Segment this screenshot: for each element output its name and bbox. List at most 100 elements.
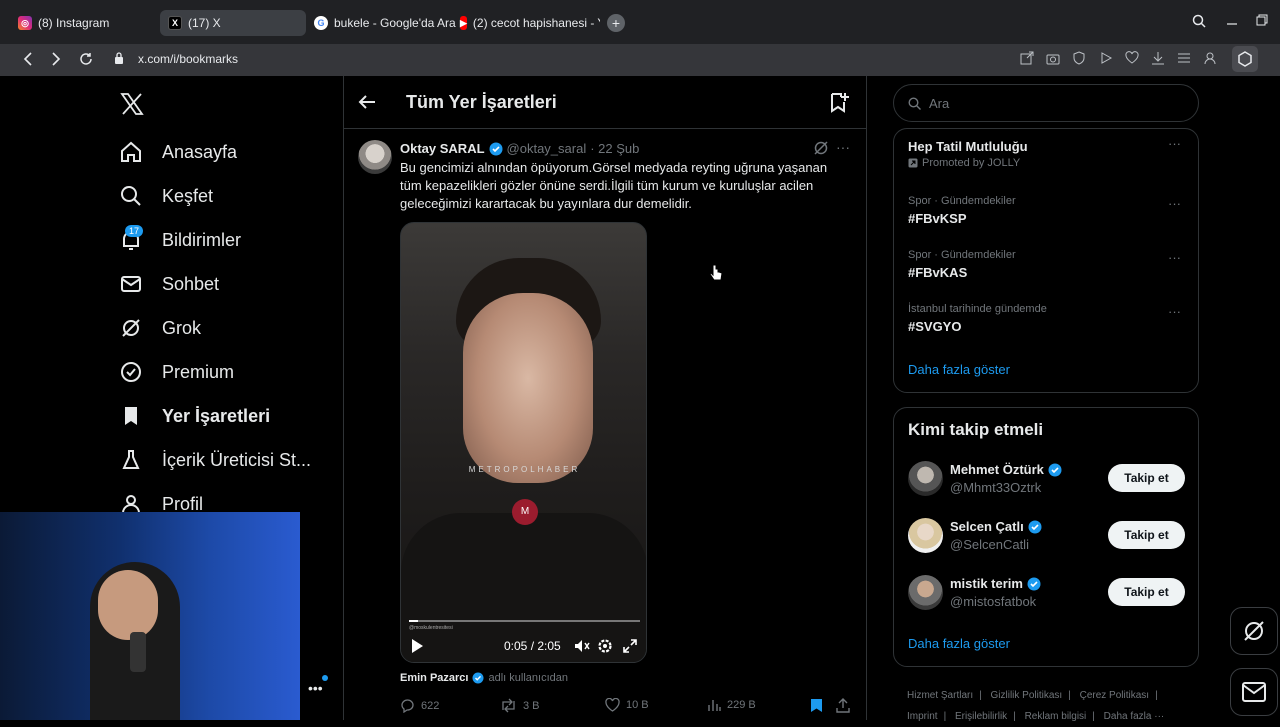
- camera-icon[interactable]: [1046, 51, 1060, 65]
- grok-fab[interactable]: [1230, 607, 1278, 655]
- verified-icon: [1028, 520, 1042, 534]
- tweet-more-icon[interactable]: ···: [836, 139, 850, 155]
- bookmark-add-icon[interactable]: [828, 91, 850, 113]
- nav-grok[interactable]: Grok: [118, 312, 201, 344]
- tweet-date[interactable]: · 22 Şub: [590, 141, 639, 156]
- footer-sep: |: [1068, 690, 1071, 701]
- x-logo-icon[interactable]: [120, 92, 144, 116]
- extension-icon[interactable]: [1232, 46, 1258, 72]
- menu-icon[interactable]: [1177, 51, 1191, 65]
- footer-link[interactable]: Çerez Politikası: [1080, 690, 1149, 701]
- trend-name: #FBvKSP: [908, 211, 967, 226]
- nav-creator-studio[interactable]: İçerik Üreticisi St...: [118, 444, 311, 476]
- heart-icon[interactable]: [1125, 51, 1139, 65]
- follow-suggestion[interactable]: mistik terim @mistosfatbok Takip et: [908, 575, 1188, 611]
- trend-item[interactable]: Hep Tatil Mutluluğu Promoted by JOLLY: [908, 139, 1028, 169]
- follow-suggestion[interactable]: Mehmet Öztürk @Mhmt33Oztrk Takip et: [908, 461, 1188, 497]
- suggestion-name[interactable]: Mehmet Öztürk: [950, 462, 1044, 477]
- trends-show-more[interactable]: Daha fazla göster: [908, 362, 1010, 377]
- search-input[interactable]: Ara: [893, 84, 1199, 122]
- suggestion-name[interactable]: Selcen Çatlı: [950, 519, 1024, 534]
- trend-more-icon[interactable]: ···: [1168, 196, 1181, 211]
- tweet-text: Bu gencimizi alnından öpüyorum.Görsel me…: [400, 160, 828, 211]
- video-frame-face: [463, 293, 593, 483]
- account-more-icon[interactable]: •••: [308, 680, 323, 696]
- tab-instagram[interactable]: ◎ (8) Instagram: [10, 10, 117, 36]
- suggestion-name[interactable]: mistik terim: [950, 576, 1023, 591]
- nav-label: Anasayfa: [162, 141, 238, 162]
- tab-youtube[interactable]: ▶ (2) cecot hapishanesi - You: [452, 10, 600, 36]
- bookmark-button[interactable]: [810, 698, 823, 713]
- trend-more-icon[interactable]: ···: [1168, 304, 1181, 319]
- x-icon: X: [168, 16, 182, 30]
- repost-button[interactable]: 3 B: [500, 698, 540, 713]
- nav-messages[interactable]: Sohbet: [118, 268, 219, 300]
- play-icon[interactable]: [1099, 51, 1113, 65]
- mute-icon[interactable]: [574, 638, 590, 654]
- avatar[interactable]: [908, 575, 943, 610]
- footer-link[interactable]: Gizlilik Politikası: [991, 690, 1063, 701]
- nav-premium[interactable]: Premium: [118, 356, 234, 388]
- trend-more-icon[interactable]: ···: [1168, 136, 1181, 151]
- follow-suggestion[interactable]: Selcen Çatlı @SelcenCatli Takip et: [908, 518, 1188, 554]
- play-icon[interactable]: [410, 638, 424, 654]
- avatar[interactable]: [908, 461, 943, 496]
- mail-icon: [118, 271, 144, 297]
- video-watermark: METROPOLHABER: [468, 465, 581, 474]
- follow-button[interactable]: Takip et: [1108, 578, 1185, 606]
- download-icon[interactable]: [1151, 51, 1165, 65]
- video-logo: M: [512, 499, 538, 525]
- nav-explore[interactable]: Keşfet: [118, 180, 213, 212]
- tweet-video[interactable]: METROPOLHABER M @moskulentresitesi: [400, 222, 647, 663]
- trend-item[interactable]: Spor · Gündemdekiler #FBvKSP: [908, 195, 1016, 226]
- tab-google[interactable]: G bukele - Google'da Ara: [306, 10, 464, 36]
- footer-sep: |: [943, 711, 947, 722]
- minimize-icon[interactable]: [1226, 14, 1238, 26]
- footer-link[interactable]: Reklam bilgisi: [1025, 711, 1087, 722]
- grok-explain-icon[interactable]: [813, 140, 829, 156]
- messages-fab[interactable]: [1230, 668, 1278, 716]
- reposter-name[interactable]: Emin Pazarcı: [400, 672, 468, 684]
- author-avatar[interactable]: [358, 140, 392, 174]
- profile-icon[interactable]: [1203, 51, 1217, 65]
- unread-dot: [322, 675, 328, 681]
- share-icon[interactable]: [1020, 51, 1034, 65]
- reply-button[interactable]: 622: [400, 698, 439, 713]
- footer-link[interactable]: Hizmet Şartları: [907, 690, 973, 701]
- tab-x[interactable]: X (17) X: [160, 10, 306, 36]
- trend-more-icon[interactable]: ···: [1168, 250, 1181, 265]
- follow-button[interactable]: Takip et: [1108, 521, 1185, 549]
- share-button[interactable]: [836, 698, 850, 713]
- back-icon[interactable]: [22, 52, 34, 66]
- like-button[interactable]: 10 B: [605, 698, 649, 712]
- tab-search-icon[interactable]: [1192, 14, 1206, 28]
- author-name[interactable]: Oktay SARAL: [400, 141, 485, 156]
- settings-gear-icon[interactable]: [597, 638, 613, 654]
- lock-icon[interactable]: [114, 52, 124, 64]
- footer-link[interactable]: Daha fazla ···: [1104, 711, 1165, 722]
- reload-icon[interactable]: [79, 52, 93, 66]
- video-progress-bar[interactable]: [409, 620, 640, 622]
- trend-name: #SVGYO: [908, 319, 962, 334]
- back-arrow-icon[interactable]: [358, 94, 376, 110]
- nav-bookmarks[interactable]: Yer İşaretleri: [118, 400, 270, 432]
- follow-button[interactable]: Takip et: [1108, 464, 1185, 492]
- nav-home[interactable]: Anasayfa: [118, 136, 237, 168]
- footer-sep: |: [1092, 711, 1095, 722]
- trend-item[interactable]: Spor · Gündemdekiler #FBvKAS: [908, 249, 1016, 280]
- new-tab-button[interactable]: +: [607, 14, 625, 32]
- shield-icon[interactable]: [1072, 51, 1086, 65]
- suggestion-name-line: Selcen Çatlı: [950, 519, 1042, 534]
- suggestion-handle: @mistosfatbok: [950, 594, 1037, 609]
- who-to-follow-show-more[interactable]: Daha fazla göster: [908, 636, 1010, 651]
- footer-link[interactable]: Erişilebilirlik: [955, 711, 1007, 722]
- restore-icon[interactable]: [1256, 14, 1268, 26]
- footer-link[interactable]: Imprint: [907, 711, 938, 722]
- forward-icon[interactable]: [50, 52, 62, 66]
- trend-item[interactable]: İstanbul tarihinde gündemde #SVGYO: [908, 303, 1047, 334]
- avatar[interactable]: [908, 518, 943, 553]
- fullscreen-icon[interactable]: [622, 638, 638, 654]
- author-handle[interactable]: @oktay_saral: [507, 141, 587, 156]
- views-button[interactable]: 229 B: [707, 698, 756, 712]
- url-field[interactable]: x.com/i/bookmarks: [138, 52, 238, 66]
